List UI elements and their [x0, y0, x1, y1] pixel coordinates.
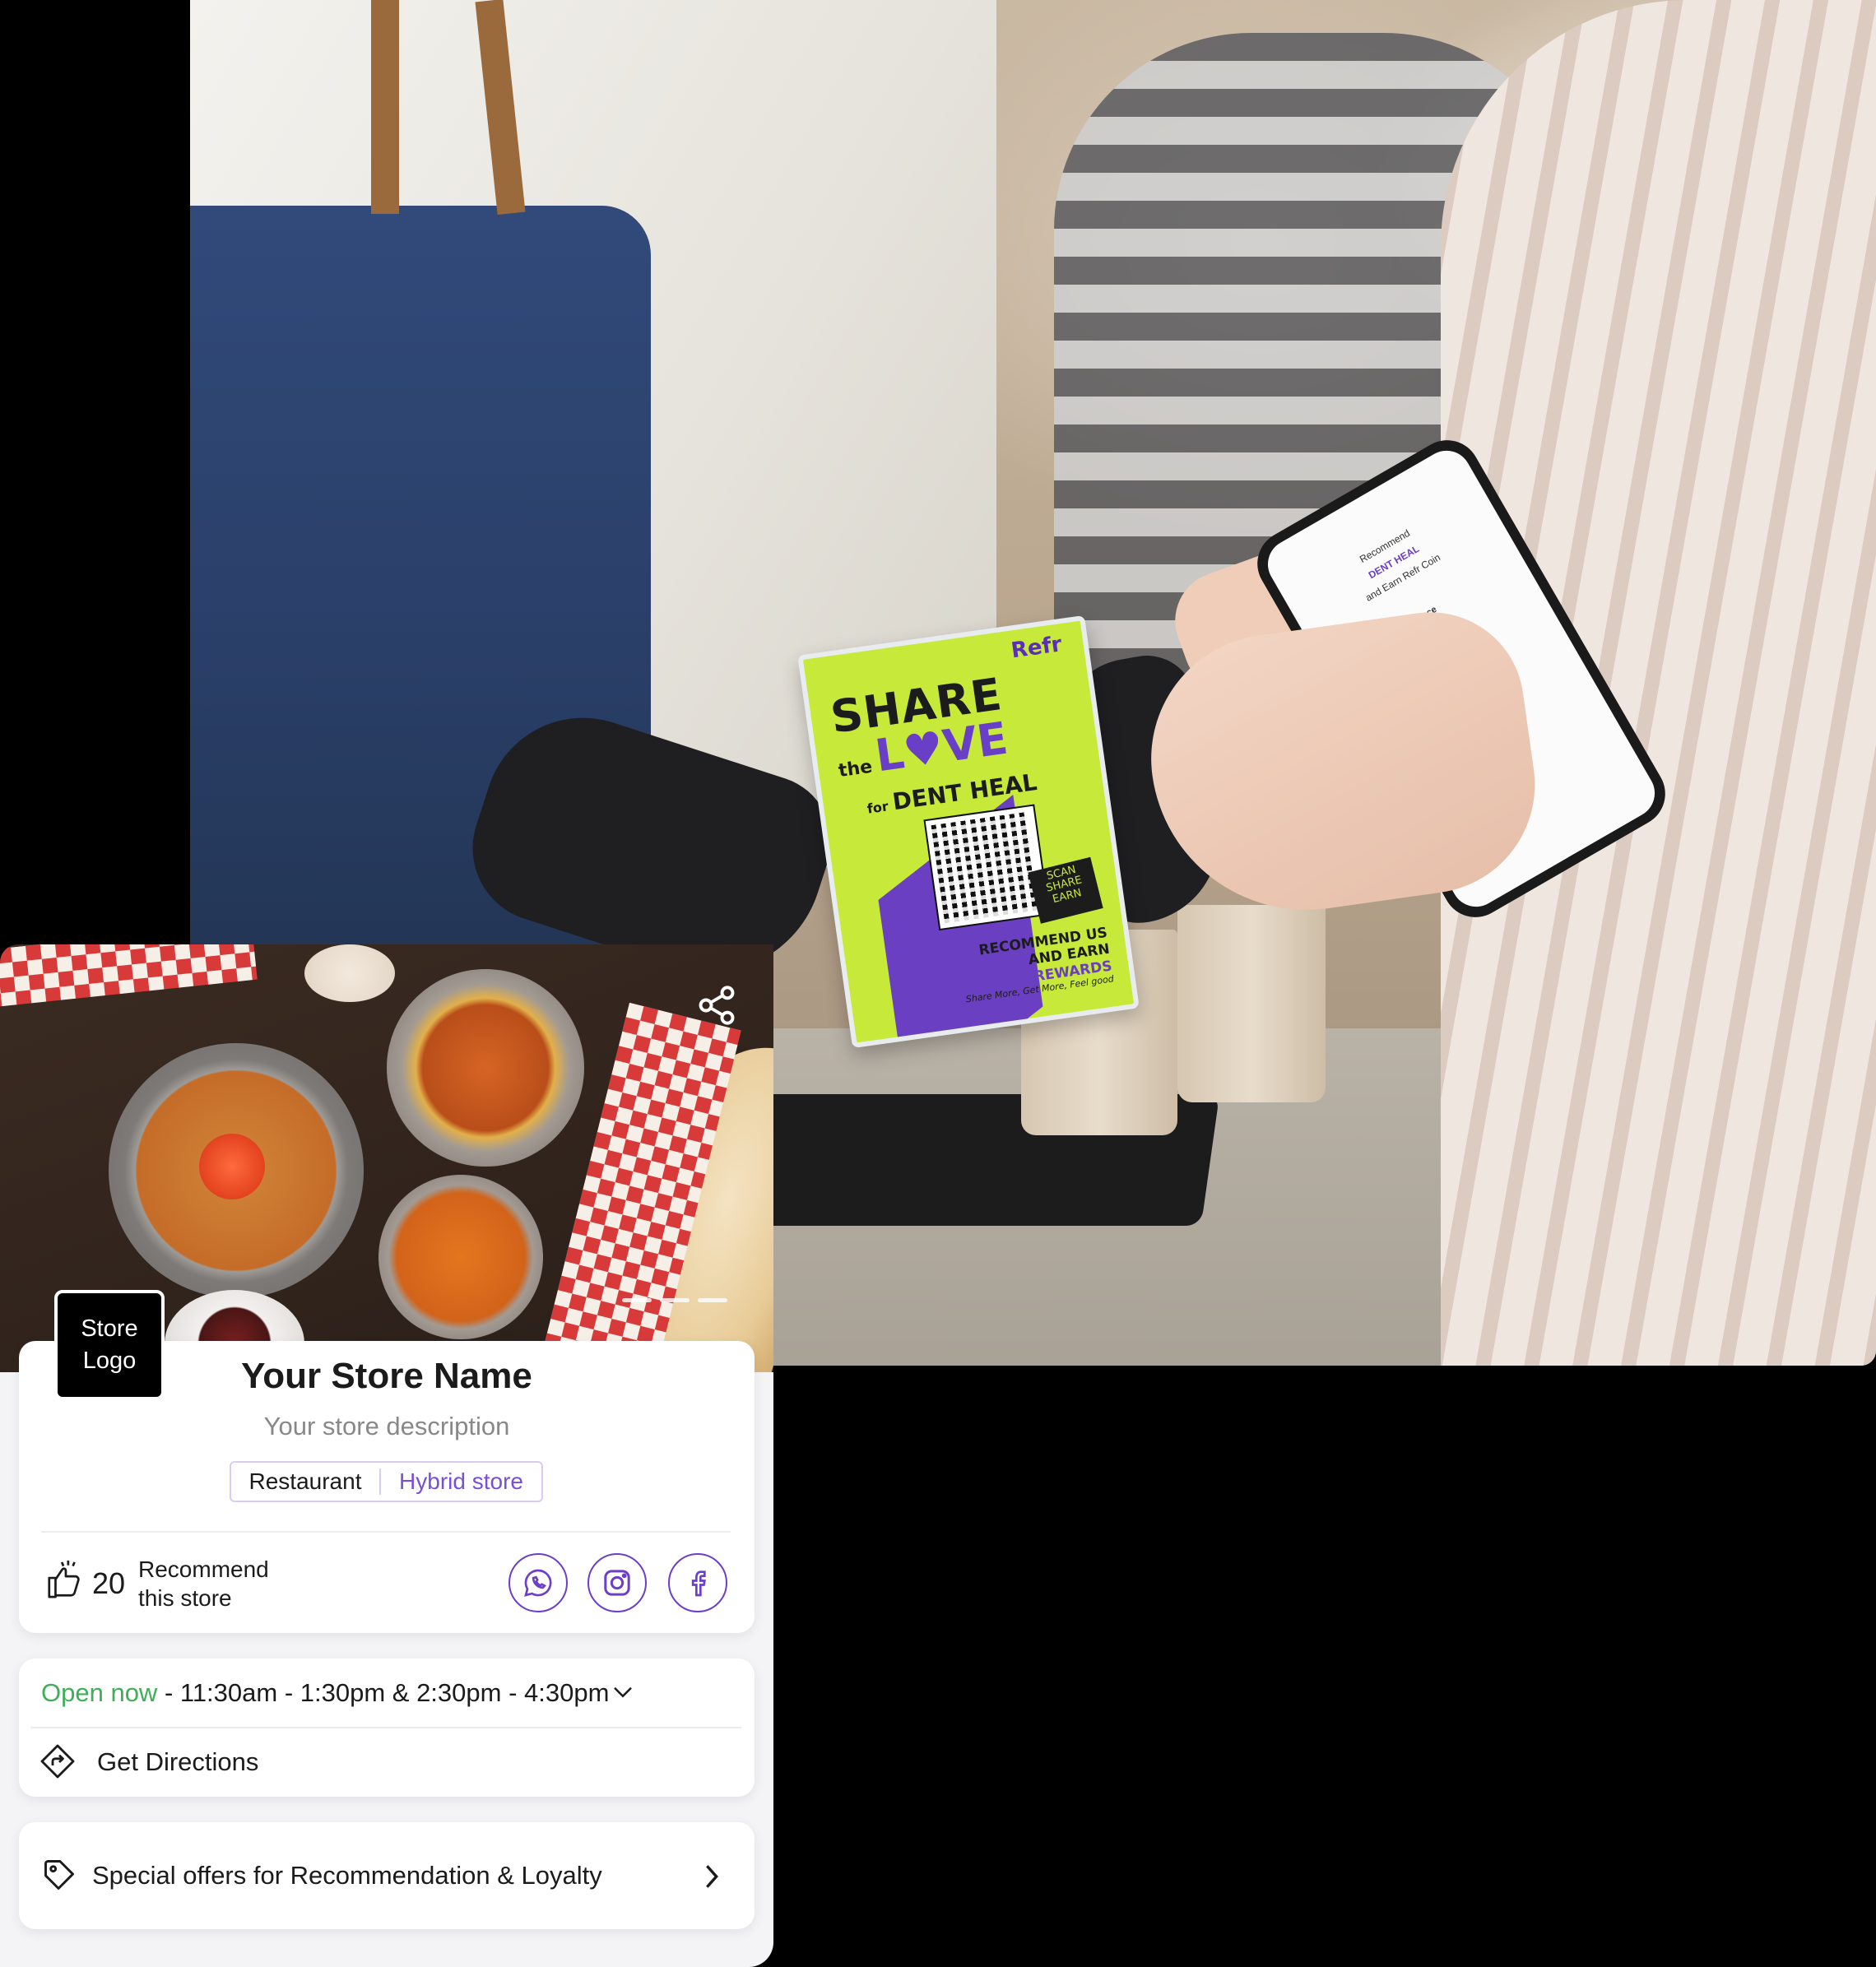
- category-tag-restaurant: Restaurant: [231, 1468, 381, 1495]
- open-status: Open now: [41, 1678, 158, 1707]
- biryani-bowl: [109, 1043, 364, 1298]
- checkered-cloth: [0, 944, 258, 1009]
- chevron-right-icon[interactable]: [701, 1863, 722, 1890]
- coffee-cup: [1177, 905, 1326, 1102]
- whatsapp-icon: [524, 1569, 552, 1597]
- facebook-button[interactable]: [668, 1553, 727, 1612]
- get-directions-link[interactable]: Get Directions: [97, 1747, 258, 1777]
- whatsapp-button[interactable]: [508, 1553, 568, 1612]
- share-icon[interactable]: [695, 984, 738, 1027]
- facebook-icon: [691, 1570, 706, 1597]
- directions-icon: [40, 1744, 75, 1779]
- curry-bowl: [387, 969, 584, 1167]
- carousel-dot[interactable]: [622, 1298, 652, 1302]
- hours-text: - 11:30am - 1:30pm & 2:30pm - 4:30pm: [157, 1678, 610, 1707]
- category-tag-hybrid: Hybrid store: [399, 1468, 523, 1494]
- carousel-dot[interactable]: [698, 1298, 727, 1302]
- special-offers-label[interactable]: Special offers for Recommendation & Loya…: [92, 1861, 602, 1890]
- carousel-indicators[interactable]: [622, 1298, 727, 1302]
- qr-code: [923, 804, 1051, 931]
- store-category-tags: Restaurant Hybrid store: [230, 1461, 543, 1502]
- opening-hours[interactable]: Open now - 11:30am - 1:30pm & 2:30pm - 4…: [41, 1678, 609, 1708]
- instagram-button[interactable]: [587, 1553, 647, 1612]
- store-logo: Store Logo: [54, 1290, 165, 1400]
- store-description: Your store description: [263, 1412, 510, 1440]
- recommend-count: 20: [92, 1566, 126, 1600]
- divider: [41, 1531, 731, 1533]
- divider: [30, 1727, 741, 1728]
- tent-headline: SHARE theL♥VE: [827, 668, 1011, 782]
- table-tent-card: Refr SHARE theL♥VE forDENT HEAL SCAN SHA…: [797, 615, 1140, 1049]
- curry-bowl: [378, 1175, 543, 1339]
- apron-strap: [371, 0, 399, 214]
- thumbs-up-icon: [48, 1560, 80, 1598]
- refr-logo: Refr: [1010, 632, 1064, 664]
- carousel-dot[interactable]: [660, 1298, 690, 1302]
- recommend-label[interactable]: Recommend this store: [138, 1555, 269, 1612]
- instagram-icon: [604, 1570, 630, 1596]
- side-bowl: [304, 944, 395, 1002]
- chevron-down-icon[interactable]: [611, 1685, 635, 1701]
- tag-icon: [44, 1860, 74, 1890]
